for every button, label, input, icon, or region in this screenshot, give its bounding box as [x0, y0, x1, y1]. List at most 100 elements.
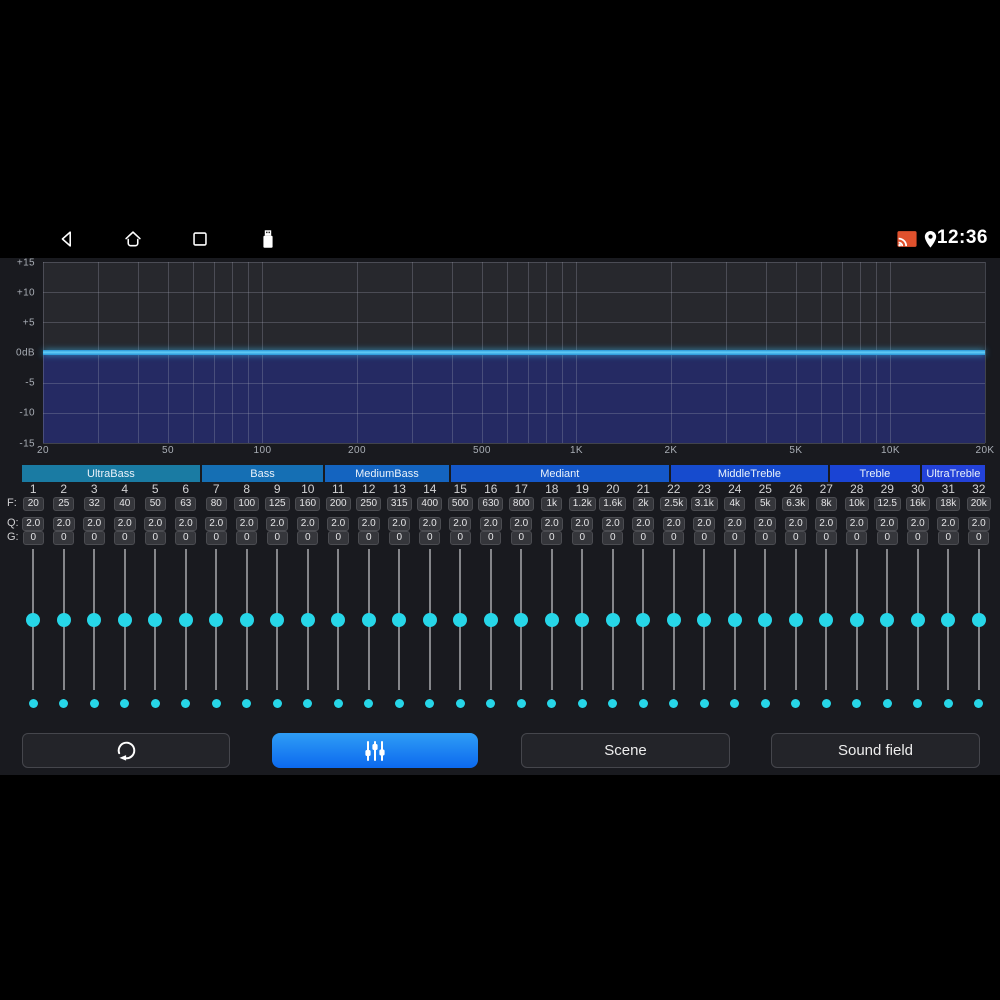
gain-slider[interactable]: [18, 549, 49, 690]
slider-knob[interactable]: [819, 612, 834, 627]
channel-number: 31: [941, 482, 955, 496]
channel-dot: [486, 698, 496, 708]
slider-knob[interactable]: [392, 612, 407, 627]
gain-slider[interactable]: [567, 549, 598, 690]
dot-cell: [933, 698, 964, 708]
channel-dot: [608, 698, 618, 708]
q-cell: 2.0: [567, 517, 598, 531]
q-value-chip: 2.0: [723, 517, 746, 531]
gain-slider[interactable]: [354, 549, 385, 690]
status-bar: 12:36: [0, 220, 1000, 258]
slider-knob[interactable]: [270, 612, 285, 627]
slider-knob[interactable]: [910, 612, 925, 627]
gain-slider[interactable]: [201, 549, 232, 690]
slider-knob[interactable]: [453, 612, 468, 627]
gain-slider[interactable]: [964, 549, 995, 690]
sound-field-button[interactable]: Sound field: [771, 733, 980, 768]
q-cell: 2.0: [811, 517, 842, 531]
slider-knob[interactable]: [880, 612, 895, 627]
channel-number: 23: [697, 482, 711, 496]
slider-knob[interactable]: [178, 612, 193, 627]
channel-dot: [821, 698, 831, 708]
gain-slider[interactable]: [232, 549, 263, 690]
slider-knob[interactable]: [300, 612, 315, 627]
slider-knob[interactable]: [697, 612, 712, 627]
gain-slider[interactable]: [293, 549, 324, 690]
gain-slider[interactable]: [415, 549, 446, 690]
slider-knob[interactable]: [666, 612, 681, 627]
slider-knob[interactable]: [26, 612, 41, 627]
gain-slider[interactable]: [689, 549, 720, 690]
dot-cell: [628, 698, 659, 708]
gain-slider[interactable]: [506, 549, 537, 690]
gain-slider[interactable]: [842, 549, 873, 690]
gain-slider[interactable]: [445, 549, 476, 690]
gain-value-chip: 0: [571, 531, 593, 545]
gain-cell: 0: [384, 531, 415, 545]
q-cell: 2.0: [140, 517, 171, 531]
channel-dot: [59, 698, 69, 708]
gain-slider[interactable]: [384, 549, 415, 690]
gain-slider[interactable]: [262, 549, 293, 690]
gain-slider[interactable]: [476, 549, 507, 690]
slider-knob[interactable]: [971, 612, 986, 627]
gain-slider[interactable]: [49, 549, 80, 690]
gain-slider[interactable]: [140, 549, 171, 690]
slider-knob[interactable]: [56, 612, 71, 627]
gain-slider[interactable]: [720, 549, 751, 690]
gain-slider[interactable]: [933, 549, 964, 690]
slider-knob[interactable]: [636, 612, 651, 627]
slider-knob[interactable]: [239, 612, 254, 627]
slider-knob[interactable]: [849, 612, 864, 627]
frequency-value-chip: 80: [205, 497, 227, 511]
gain-slider[interactable]: [628, 549, 659, 690]
gain-value-chip: 0: [419, 531, 441, 545]
slider-knob[interactable]: [758, 612, 773, 627]
gain-slider[interactable]: [323, 549, 354, 690]
channel-dot: [150, 698, 160, 708]
gain-cell: 0: [140, 531, 171, 545]
gain-value-chip: 0: [236, 531, 258, 545]
slider-knob[interactable]: [483, 612, 498, 627]
gain-slider[interactable]: [811, 549, 842, 690]
scene-button[interactable]: Scene: [521, 733, 730, 768]
slider-knob[interactable]: [87, 612, 102, 627]
gain-slider[interactable]: [903, 549, 934, 690]
home-icon[interactable]: [122, 228, 144, 250]
slider-knob[interactable]: [361, 612, 376, 627]
slider-knob[interactable]: [788, 612, 803, 627]
gain-value-chip: 0: [846, 531, 868, 545]
back-icon[interactable]: [56, 228, 78, 250]
slider-knob[interactable]: [148, 612, 163, 627]
reset-button[interactable]: [22, 733, 230, 768]
q-value-chip: 2.0: [662, 517, 685, 531]
gain-slider[interactable]: [110, 549, 141, 690]
q-value-chip: 2.0: [937, 517, 960, 531]
channel-dot: [943, 698, 953, 708]
dot-cell: [384, 698, 415, 708]
slider-knob[interactable]: [941, 612, 956, 627]
recents-icon[interactable]: [189, 228, 211, 250]
slider-knob[interactable]: [209, 612, 224, 627]
equalizer-button[interactable]: [272, 733, 478, 768]
gain-slider[interactable]: [872, 549, 903, 690]
slider-knob[interactable]: [117, 612, 132, 627]
gain-slider[interactable]: [781, 549, 812, 690]
slider-knob[interactable]: [544, 612, 559, 627]
gain-slider[interactable]: [598, 549, 629, 690]
slider-knob[interactable]: [331, 612, 346, 627]
slider-knob[interactable]: [575, 612, 590, 627]
frequency-value-chip: 25: [53, 497, 75, 511]
gain-cell: 0: [445, 531, 476, 545]
slider-knob[interactable]: [422, 612, 437, 627]
band-group-header: Mediant: [450, 465, 669, 482]
gain-slider[interactable]: [659, 549, 690, 690]
gain-slider[interactable]: [537, 549, 568, 690]
slider-knob[interactable]: [727, 612, 742, 627]
gain-slider[interactable]: [171, 549, 202, 690]
slider-knob[interactable]: [605, 612, 620, 627]
gain-slider[interactable]: [750, 549, 781, 690]
grid-line-horizontal: [43, 322, 985, 324]
slider-knob[interactable]: [514, 612, 529, 627]
gain-slider[interactable]: [79, 549, 110, 690]
